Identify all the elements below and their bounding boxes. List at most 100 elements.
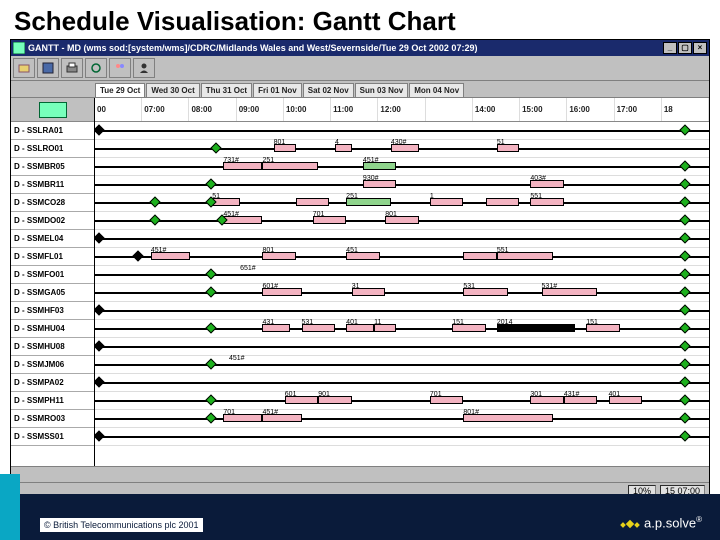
print-button[interactable] — [61, 58, 83, 78]
row-label[interactable]: D - SSLRO01 — [11, 140, 94, 158]
row-label[interactable]: D - SSMPH11 — [11, 392, 94, 410]
gantt-row[interactable]: 601#31531531# — [95, 284, 709, 302]
milestone-icon[interactable] — [679, 304, 690, 315]
users-button[interactable] — [109, 58, 131, 78]
milestone-icon[interactable] — [679, 214, 690, 225]
milestone-icon[interactable] — [95, 304, 105, 315]
gantt-row[interactable] — [95, 230, 709, 248]
milestone-icon[interactable] — [205, 394, 216, 405]
gantt-row[interactable] — [95, 338, 709, 356]
gantt-row[interactable]: 451# — [95, 356, 709, 374]
timescale-tick: 18 — [662, 98, 709, 121]
gantt-row[interactable] — [95, 122, 709, 140]
save-button[interactable] — [37, 58, 59, 78]
row-label[interactable]: D - SSMBR11 — [11, 176, 94, 194]
milestone-icon[interactable] — [205, 268, 216, 279]
row-line — [95, 436, 709, 438]
milestone-icon[interactable] — [679, 160, 690, 171]
milestone-icon[interactable] — [149, 214, 160, 225]
milestone-icon[interactable] — [679, 178, 690, 189]
milestone-icon[interactable] — [132, 250, 143, 261]
gantt-row[interactable]: 451#801451551 — [95, 248, 709, 266]
milestone-icon[interactable] — [679, 196, 690, 207]
row-label[interactable]: D - SSMSS01 — [11, 428, 94, 446]
gantt-row[interactable]: 8014430#51 — [95, 140, 709, 158]
close-button[interactable]: × — [693, 42, 707, 54]
milestone-icon[interactable] — [679, 286, 690, 297]
row-label[interactable]: D - SSMJM06 — [11, 356, 94, 374]
milestone-icon[interactable] — [679, 124, 690, 135]
milestone-icon[interactable] — [679, 358, 690, 369]
milestone-icon[interactable] — [95, 376, 105, 387]
tab-day-4[interactable]: Sat 02 Nov — [303, 83, 354, 97]
window-titlebar[interactable]: GANTT - MD (wms sod:[system/wms]/CDRC/Mi… — [11, 40, 709, 56]
task-bar[interactable] — [486, 198, 519, 206]
gantt-row[interactable]: 930#403# — [95, 176, 709, 194]
task-label: 531# — [542, 283, 558, 290]
milestone-icon[interactable] — [205, 358, 216, 369]
row-label[interactable]: D - SSMHU08 — [11, 338, 94, 356]
milestone-icon[interactable] — [205, 178, 216, 189]
milestone-icon[interactable] — [679, 322, 690, 333]
tab-day-1[interactable]: Wed 30 Oct — [146, 83, 199, 97]
refresh-button[interactable] — [85, 58, 107, 78]
row-label[interactable]: D - SSMBR05 — [11, 158, 94, 176]
milestone-icon[interactable] — [679, 412, 690, 423]
gantt-row[interactable]: 431531401111512014151 — [95, 320, 709, 338]
task-label: 431 — [262, 319, 274, 326]
user-button[interactable] — [133, 58, 155, 78]
gantt-row[interactable]: 731#251451# — [95, 158, 709, 176]
task-label: 601 — [285, 391, 297, 398]
open-button[interactable] — [13, 58, 35, 78]
milestone-icon[interactable] — [95, 124, 105, 135]
milestone-icon[interactable] — [95, 430, 105, 441]
gantt-row[interactable]: 601901701301431#401 — [95, 392, 709, 410]
row-label[interactable]: D - SSMGA05 — [11, 284, 94, 302]
row-label[interactable]: D - SSMCO28 — [11, 194, 94, 212]
row-label[interactable]: D - SSMFL01 — [11, 248, 94, 266]
milestone-icon[interactable] — [679, 430, 690, 441]
milestone-icon[interactable] — [679, 376, 690, 387]
row-label[interactable]: D - SSMDO02 — [11, 212, 94, 230]
tab-day-3[interactable]: Fri 01 Nov — [253, 83, 302, 97]
gantt-row[interactable]: 512511551 — [95, 194, 709, 212]
gantt-row[interactable]: 651# — [95, 266, 709, 284]
gantt-chart[interactable]: 0007:0008:0009:0010:0011:0012:0014:0015:… — [95, 98, 709, 466]
tab-day-2[interactable]: Thu 31 Oct — [201, 83, 252, 97]
maximize-button[interactable]: ▢ — [678, 42, 692, 54]
row-label[interactable]: D - SSMFO01 — [11, 266, 94, 284]
milestone-icon[interactable] — [205, 286, 216, 297]
row-label[interactable]: D - SSMHF03 — [11, 302, 94, 320]
row-label[interactable]: D - SSMHU04 — [11, 320, 94, 338]
milestone-icon[interactable] — [679, 340, 690, 351]
row-label[interactable]: D - SSMRO03 — [11, 410, 94, 428]
milestone-icon[interactable] — [95, 340, 105, 351]
tab-day-5[interactable]: Sun 03 Nov — [355, 83, 409, 97]
minimize-button[interactable]: _ — [663, 42, 677, 54]
milestone-icon[interactable] — [205, 412, 216, 423]
tab-day-0[interactable]: Tue 29 Oct — [95, 83, 145, 97]
milestone-icon[interactable] — [211, 142, 222, 153]
milestone-icon[interactable] — [149, 196, 160, 207]
tab-day-6[interactable]: Mon 04 Nov — [409, 83, 464, 97]
milestone-icon[interactable] — [679, 268, 690, 279]
gantt-row[interactable] — [95, 374, 709, 392]
row-label[interactable]: D - SSMEL04 — [11, 230, 94, 248]
row-label[interactable]: D - SSMPA02 — [11, 374, 94, 392]
milestone-icon[interactable] — [95, 232, 105, 243]
gantt-row[interactable]: 701451#801# — [95, 410, 709, 428]
row-line — [95, 184, 709, 186]
row-label[interactable]: D - SSLRA01 — [11, 122, 94, 140]
gantt-row[interactable] — [95, 428, 709, 446]
brand-text: a.p.solve — [644, 515, 696, 530]
milestone-icon[interactable] — [679, 232, 690, 243]
task-bar[interactable] — [463, 252, 496, 260]
task-bar[interactable] — [296, 198, 329, 206]
gantt-row[interactable]: 451#701801 — [95, 212, 709, 230]
milestone-icon[interactable] — [679, 394, 690, 405]
row-line — [95, 274, 709, 276]
task-bar[interactable] — [430, 198, 463, 206]
gantt-row[interactable] — [95, 302, 709, 320]
milestone-icon[interactable] — [205, 322, 216, 333]
milestone-icon[interactable] — [679, 250, 690, 261]
